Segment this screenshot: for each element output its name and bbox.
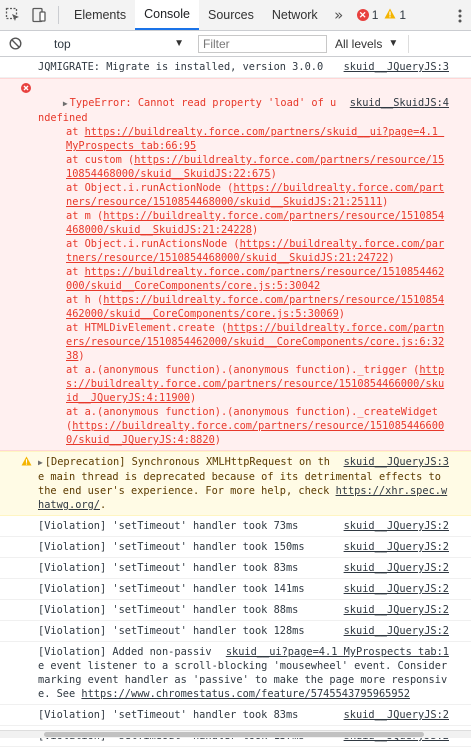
more-tabs-button[interactable]: »: [327, 0, 351, 30]
stack-link[interactable]: https://buildrealty.force.com/partners/s…: [66, 126, 444, 152]
source-link[interactable]: skuid__JQueryJS:3: [344, 60, 449, 74]
message-text: [Violation] 'setTimeout' handler took 83…: [38, 562, 299, 574]
warning-count: 1: [399, 8, 407, 22]
tab-network[interactable]: Network: [263, 0, 327, 30]
expand-triangle-icon[interactable]: ▶: [63, 99, 68, 108]
toolbar-divider: [58, 6, 59, 24]
warning-message: skuid__JQueryJS:3 ▶ [Deprecation] Synchron…: [0, 451, 471, 516]
log-levels-value: All levels: [335, 36, 383, 51]
source-link[interactable]: skuid__JQueryJS:3: [344, 455, 449, 469]
issue-counts[interactable]: ✕ 1 1: [356, 0, 407, 30]
log-message: skuid__JQueryJS:2 [Violation] 'setTimeout…: [0, 621, 471, 642]
scrollbar-thumb[interactable]: [44, 732, 424, 737]
log-message: skuid__JQueryJS:2 [Violation] 'setTimeout…: [0, 600, 471, 621]
stack-frame: at HTMLDivElement.create (https://buildr…: [66, 322, 445, 362]
source-link[interactable]: skuid__ui?page=4.1 MyProspects tab:1: [226, 645, 449, 659]
context-select-value: top: [54, 36, 71, 51]
chevron-down-icon: ▼: [388, 38, 399, 49]
stack-frame: at https://buildrealty.force.com/partner…: [66, 266, 445, 292]
message-text: [Violation] 'setTimeout' handler took 15…: [38, 541, 305, 553]
tab-sources[interactable]: Sources: [199, 0, 263, 30]
chevron-down-icon: ▼: [174, 38, 184, 49]
clear-console-icon[interactable]: [0, 37, 30, 50]
expand-triangle-icon[interactable]: ▶: [38, 458, 43, 467]
toolbar-divider: [408, 34, 417, 53]
log-message: skuid__JQueryJS:2 [Violation] 'setTimeout…: [0, 537, 471, 558]
kebab-menu-icon[interactable]: [449, 0, 471, 31]
message-text: [Violation] 'setTimeout' handler took 73…: [38, 520, 299, 532]
device-toolbar-icon[interactable]: [26, 0, 52, 30]
tab-elements[interactable]: Elements: [65, 0, 135, 30]
source-link[interactable]: skuid__SkuidJS:4: [350, 96, 449, 110]
context-select[interactable]: top ▼: [50, 34, 190, 54]
log-message: skuid__JQueryJS:2 [Violation] 'setTimeout…: [0, 579, 471, 600]
stack-link[interactable]: https://buildrealty.force.com/partners/r…: [66, 266, 444, 292]
tab-console[interactable]: Console: [135, 0, 199, 30]
warning-icon: [21, 456, 32, 470]
devtools-tabbar: Elements Console Sources Network » ✕ 1 1: [0, 0, 471, 31]
log-message: skuid__JQueryJS:2 [Violation] 'setTimeout…: [0, 558, 471, 579]
warning-icon: [384, 8, 396, 22]
stack-frame: at Object.i.runActionNode (https://build…: [66, 182, 445, 208]
message-text: [Violation] 'setTimeout' handler took 14…: [38, 583, 305, 595]
source-link[interactable]: skuid__JQueryJS:2: [344, 540, 449, 554]
filter-input[interactable]: [198, 34, 327, 53]
message-text: [Violation] 'setTimeout' handler took 83…: [38, 709, 299, 721]
log-message: skuid__ui?page=4.1 MyProspects tab:1 [Vio…: [0, 642, 471, 705]
console-log: skuid__JQueryJS:3 JQMIGRATE: Migrate is i…: [0, 57, 471, 747]
stack-frame: at m (https://buildrealty.force.com/part…: [66, 210, 445, 236]
horizontal-scrollbar[interactable]: [0, 730, 471, 738]
source-link[interactable]: skuid__JQueryJS:2: [344, 708, 449, 722]
log-message: skuid__JQueryJS:2 [Violation] 'setTimeout…: [0, 516, 471, 537]
stack-frame: at a.(anonymous function).(anonymous fun…: [66, 364, 445, 404]
error-message: skuid__SkuidJS:4 ▶ TypeError: Cannot read …: [0, 78, 471, 451]
stack-frame: at Object.i.runActionsNode (https://buil…: [66, 238, 445, 264]
inspect-element-icon[interactable]: [0, 0, 26, 30]
message-text: [Violation] 'setTimeout' handler took 12…: [38, 625, 305, 637]
console-filterbar: top ▼ All levels ▼: [0, 31, 471, 57]
source-link[interactable]: skuid__JQueryJS:2: [344, 561, 449, 575]
stack-frame: at custom (https://buildrealty.force.com…: [66, 154, 445, 180]
source-link[interactable]: skuid__JQueryJS:2: [344, 519, 449, 533]
source-link[interactable]: skuid__JQueryJS:2: [344, 624, 449, 638]
error-count: 1: [371, 8, 379, 22]
message-text: .: [100, 499, 107, 511]
source-link[interactable]: skuid__JQueryJS:2: [344, 582, 449, 596]
stack-frame: at h (https://buildrealty.force.com/part…: [66, 294, 445, 320]
log-levels-select[interactable]: All levels ▼: [335, 37, 398, 51]
log-message: skuid__JQueryJS:3 JQMIGRATE: Migrate is i…: [0, 57, 471, 78]
source-link[interactable]: skuid__JQueryJS:2: [344, 603, 449, 617]
message-text: JQMIGRATE: Migrate is installed, version…: [38, 61, 324, 73]
error-icon: [21, 83, 31, 97]
error-headline: TypeError: Cannot read property 'load' o…: [38, 97, 337, 124]
log-message: skuid__JQueryJS:2 [Violation] 'setTimeout…: [0, 705, 471, 726]
error-icon: ✕: [356, 9, 369, 21]
message-text: [Violation] 'setTimeout' handler took 88…: [38, 604, 299, 616]
message-link[interactable]: https://www.chromestatus.com/feature/574…: [81, 688, 410, 700]
stack-link[interactable]: https://buildrealty.force.com/partners/r…: [66, 420, 444, 446]
stack-link[interactable]: https://buildrealty.force.com/partners/r…: [66, 294, 444, 320]
stack-frame: at https://buildrealty.force.com/partner…: [66, 126, 445, 152]
stack-frame: at a.(anonymous function).(anonymous fun…: [66, 406, 445, 446]
